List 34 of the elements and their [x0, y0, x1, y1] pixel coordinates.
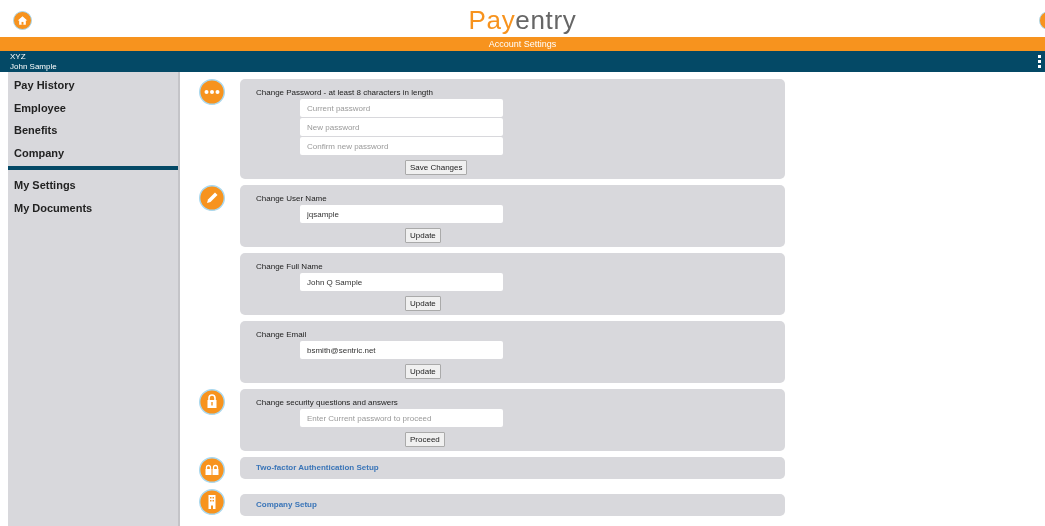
- submit-button[interactable]: Update: [405, 364, 441, 379]
- input-field[interactable]: Enter Current password to proceed: [300, 409, 503, 427]
- input-field[interactable]: Confirm new password: [300, 137, 503, 155]
- sidebar-item[interactable]: Employee: [8, 96, 178, 119]
- input-field[interactable]: New password: [300, 118, 503, 136]
- sidebar-item[interactable]: Pay History: [8, 74, 178, 97]
- submit-button[interactable]: Update: [405, 228, 441, 243]
- company-name: XYZ: [10, 51, 27, 62]
- section-title: Change Email: [256, 330, 307, 340]
- sidebar-item[interactable]: Benefits: [8, 119, 178, 142]
- pencil-icon: [199, 185, 225, 211]
- more-icon[interactable]: [1038, 54, 1042, 69]
- section-title: Change Full Name: [256, 262, 323, 272]
- sidebar-item[interactable]: My Settings: [8, 174, 178, 197]
- section-link[interactable]: Company Setup: [256, 499, 317, 511]
- input-field[interactable]: jqsample: [300, 205, 503, 223]
- user-name: John Sample: [10, 61, 57, 72]
- sidebar-item[interactable]: Company: [8, 141, 178, 164]
- padlocks-icon: [199, 457, 225, 483]
- section-title: Change User Name: [256, 194, 327, 204]
- section-title: Change Password - at least 8 characters in length: [256, 88, 433, 98]
- input-field[interactable]: Current password: [300, 99, 503, 117]
- sidebar-item[interactable]: My Documents: [8, 196, 178, 219]
- submit-button[interactable]: Update: [405, 296, 441, 311]
- submit-button[interactable]: Save Changes: [405, 160, 468, 175]
- lock-icon: [199, 389, 225, 415]
- building-icon: [199, 489, 225, 515]
- input-field[interactable]: John Q Sample: [300, 273, 503, 291]
- submit-button[interactable]: Proceed: [405, 432, 445, 447]
- logo: Payentry: [468, 6, 577, 33]
- dots-icon: [199, 79, 225, 105]
- section-title: Change security questions and answers: [256, 398, 398, 408]
- page-title: Account Settings: [488, 39, 557, 49]
- input-field[interactable]: bsmith@sentric.net: [300, 341, 503, 359]
